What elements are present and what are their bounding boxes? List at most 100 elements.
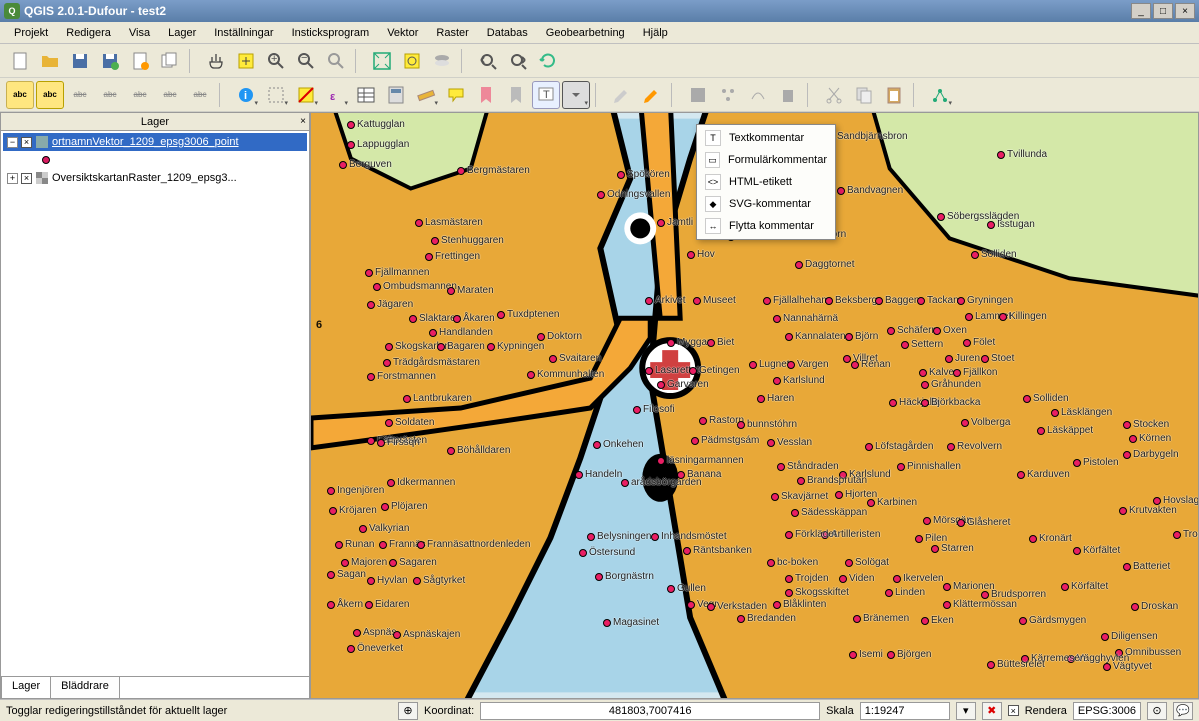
menu-vektor[interactable]: Vektor xyxy=(379,25,426,41)
render-label: Rendera xyxy=(1025,705,1067,717)
menu-formularkommentar[interactable]: ▭Formulärkommentar xyxy=(699,149,833,171)
print-composer-button[interactable] xyxy=(126,47,154,75)
node-tool-button[interactable] xyxy=(744,81,772,109)
zoom-to-layer-button[interactable] xyxy=(428,47,456,75)
menu-flytta-kommentar[interactable]: ↔Flytta kommentar xyxy=(699,215,833,237)
separator xyxy=(807,83,815,107)
render-checkbox[interactable]: × xyxy=(1008,705,1019,716)
identify-button[interactable]: i xyxy=(232,81,260,109)
select-button[interactable] xyxy=(262,81,290,109)
menu-lager[interactable]: Lager xyxy=(160,25,204,41)
point-symbol-icon xyxy=(39,153,53,167)
paste-button[interactable] xyxy=(880,81,908,109)
layer-item-ortnamn[interactable]: − × ortnamnVektor_1209_epsg3006_point xyxy=(3,133,307,151)
label-layer-button[interactable]: abc xyxy=(36,81,64,109)
tree-expand-icon[interactable]: + xyxy=(7,173,18,184)
zoom-native-button[interactable] xyxy=(322,47,350,75)
zoom-in-button[interactable]: + xyxy=(262,47,290,75)
layer-item-oversikt[interactable]: + × OversiktskartanRaster_1209_epsg3... xyxy=(3,169,307,187)
field-calc-button[interactable] xyxy=(382,81,410,109)
vector-nodes-button[interactable] xyxy=(926,81,954,109)
save-edits-button[interactable] xyxy=(638,81,666,109)
menu-textkommentar[interactable]: TTextkommentar xyxy=(699,127,833,149)
save-project-button[interactable] xyxy=(66,47,94,75)
menu-svg-kommentar[interactable]: ◆SVG-kommentar xyxy=(699,193,833,215)
maximize-button[interactable]: □ xyxy=(1153,3,1173,19)
statusbar: Togglar redigeringstillståndet för aktue… xyxy=(0,699,1199,721)
tree-collapse-icon[interactable]: − xyxy=(7,137,18,148)
annotation-dropdown-button[interactable] xyxy=(562,81,590,109)
menu-hjalp[interactable]: Hjälp xyxy=(635,25,676,41)
cut-button[interactable] xyxy=(820,81,848,109)
delete-selected-button[interactable] xyxy=(774,81,802,109)
status-hint: Togglar redigeringstillståndet för aktue… xyxy=(6,705,227,717)
scale-label: Skala xyxy=(826,705,854,717)
crs-button[interactable]: ⊙ xyxy=(1147,702,1167,720)
scale-field[interactable]: 1:19247 xyxy=(860,702,950,720)
coord-label: Koordinat: xyxy=(424,705,474,717)
menu-geobearbetning[interactable]: Geobearbetning xyxy=(538,25,633,41)
menu-item-label: SVG-kommentar xyxy=(729,198,811,210)
copy-button[interactable] xyxy=(850,81,878,109)
pan-button[interactable] xyxy=(202,47,230,75)
menu-databas[interactable]: Databas xyxy=(479,25,536,41)
stop-render-button[interactable]: ✖ xyxy=(982,702,1002,720)
toggle-editing-button[interactable] xyxy=(608,81,636,109)
menu-visa[interactable]: Visa xyxy=(121,25,158,41)
zoom-out-button[interactable]: − xyxy=(292,47,320,75)
tab-lager[interactable]: Lager xyxy=(1,677,51,698)
composer-manager-button[interactable] xyxy=(156,47,184,75)
svg-text:i: i xyxy=(244,90,247,102)
svg-text:T: T xyxy=(543,89,550,101)
menu-item-label: HTML-etikett xyxy=(729,176,792,188)
menu-html-etikett[interactable]: <> HTML-etikett xyxy=(699,171,833,193)
zoom-last-button[interactable] xyxy=(474,47,502,75)
new-bookmark-button[interactable] xyxy=(472,81,500,109)
map-tips-button[interactable] xyxy=(442,81,470,109)
zoom-to-selection-button[interactable] xyxy=(398,47,426,75)
layer-symbol-row xyxy=(3,151,307,169)
zoom-full-button[interactable] xyxy=(368,47,396,75)
layer-name-label: ortnamnVektor_1209_epsg3006_point xyxy=(52,136,239,148)
move-feature-button[interactable] xyxy=(714,81,742,109)
separator xyxy=(671,83,679,107)
measure-button[interactable] xyxy=(412,81,440,109)
coord-field[interactable]: 481803,7007416 xyxy=(480,702,820,720)
refresh-button[interactable] xyxy=(534,47,562,75)
layer-visibility-checkbox[interactable]: × xyxy=(21,137,32,148)
save-as-button[interactable] xyxy=(96,47,124,75)
menu-raster[interactable]: Raster xyxy=(428,25,476,41)
html-annotation-icon: <> xyxy=(705,174,721,190)
pan-to-selection-button[interactable] xyxy=(232,47,260,75)
annotation-dropdown-menu: TTextkommentar ▭Formulärkommentar <> HTML… xyxy=(696,124,836,240)
expression-select-button[interactable]: ε xyxy=(322,81,350,109)
minimize-button[interactable]: _ xyxy=(1131,3,1151,19)
coord-capture-button[interactable]: ⊕ xyxy=(398,702,418,720)
scale-lock-button[interactable]: ▾ xyxy=(956,702,976,720)
label-change-button[interactable]: abc xyxy=(186,81,214,109)
label-move-button[interactable]: abc xyxy=(126,81,154,109)
close-button[interactable]: × xyxy=(1175,3,1195,19)
label-show-button[interactable]: abc xyxy=(96,81,124,109)
attribute-table-button[interactable] xyxy=(352,81,380,109)
crs-field[interactable]: EPSG:3006 xyxy=(1073,702,1141,720)
label-pin-button[interactable]: abc xyxy=(66,81,94,109)
zoom-next-button[interactable] xyxy=(504,47,532,75)
label-tool-button[interactable]: abc xyxy=(6,81,34,109)
menu-installningar[interactable]: Inställningar xyxy=(206,25,281,41)
deselect-button[interactable] xyxy=(292,81,320,109)
menu-redigera[interactable]: Redigera xyxy=(58,25,119,41)
tab-bladdrare[interactable]: Bläddrare xyxy=(50,677,120,698)
new-project-button[interactable] xyxy=(6,47,34,75)
menu-projekt[interactable]: Projekt xyxy=(6,25,56,41)
layer-visibility-checkbox[interactable]: × xyxy=(21,173,32,184)
menu-insticksprogram[interactable]: Insticksprogram xyxy=(284,25,378,41)
messages-button[interactable]: 💬 xyxy=(1173,702,1193,720)
open-project-button[interactable] xyxy=(36,47,64,75)
label-rotate-button[interactable]: abc xyxy=(156,81,184,109)
add-feature-button[interactable] xyxy=(684,81,712,109)
layer-tree[interactable]: − × ortnamnVektor_1209_epsg3006_point + … xyxy=(1,131,309,676)
bookmarks-button[interactable] xyxy=(502,81,530,109)
text-annotation-button[interactable]: T xyxy=(532,81,560,109)
layers-panel-close-icon[interactable]: × xyxy=(300,116,306,127)
